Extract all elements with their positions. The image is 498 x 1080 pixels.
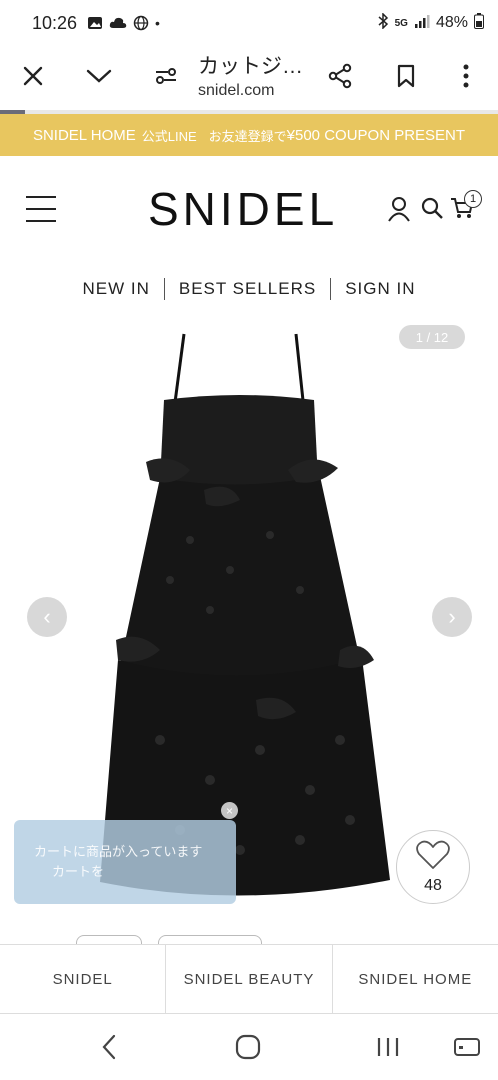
share-icon[interactable] [320, 56, 360, 96]
nav-new-in[interactable]: NEW IN [82, 279, 149, 299]
address-area[interactable]: カットジ… snidel.com [198, 50, 318, 100]
battery-level: 48% [435, 14, 468, 31]
brand-tabs: SNIDEL SNIDEL BEAUTY SNIDEL HOME [0, 944, 498, 1014]
promo-friend: お友達登録で [208, 128, 287, 144]
globe-icon [133, 15, 149, 31]
cloud-icon [109, 16, 127, 30]
search-icon[interactable] [420, 196, 446, 222]
recents-icon[interactable] [373, 1032, 403, 1062]
cart-count-badge: 1 [464, 190, 482, 208]
menu-icon[interactable] [26, 196, 56, 226]
next-image-button[interactable]: › [432, 597, 472, 637]
promo-banner[interactable]: SNIDEL HOME 公式LINE お友達登録で ¥500 COUPON PR… [0, 114, 498, 156]
nav-sign-in[interactable]: SIGN IN [345, 279, 415, 299]
promo-coupon: ¥500 COUPON PRESENT [286, 126, 466, 144]
signal-icon [414, 14, 430, 33]
chevron-down-icon[interactable] [79, 56, 119, 96]
promo-line: 公式LINE [141, 128, 197, 144]
status-right: 5G 48% [377, 11, 484, 34]
back-icon[interactable] [94, 1032, 124, 1062]
brand-tab-snidel-home[interactable]: SNIDEL HOME [333, 945, 498, 1013]
site-logo[interactable]: SNIDEL [148, 182, 338, 236]
bluetooth-icon [377, 11, 389, 34]
nav-divider [163, 278, 165, 300]
image-icon [87, 15, 103, 31]
battery-icon [474, 12, 484, 34]
toast-line-1: カートに商品が入っています [34, 844, 203, 859]
network-label: 5G [394, 17, 408, 29]
notification-dot: • [155, 15, 160, 31]
nav-best-sellers[interactable]: BEST SELLERS [179, 279, 316, 299]
user-icon[interactable] [387, 196, 413, 222]
status-bar: 10:26 • 5G 48% [0, 0, 498, 46]
keyboard-icon[interactable] [452, 1032, 482, 1062]
brand-tab-snidel[interactable]: SNIDEL [0, 945, 167, 1013]
system-nav-bar [0, 1014, 498, 1080]
promo-brand: SNIDEL HOME [32, 126, 136, 144]
nav-divider [330, 278, 332, 300]
home-icon[interactable] [233, 1032, 263, 1062]
brand-tab-snidel-beauty[interactable]: SNIDEL BEAUTY [166, 945, 333, 1013]
like-count: 48 [424, 876, 442, 894]
toast-close-button[interactable]: × [221, 802, 238, 819]
main-nav: NEW IN BEST SELLERS SIGN IN [0, 274, 498, 304]
image-counter: 1 / 12 [399, 325, 465, 349]
heart-icon [416, 840, 450, 875]
close-icon[interactable] [13, 56, 53, 96]
toast-line-2: カートを [52, 864, 105, 879]
like-button[interactable]: 48 [396, 830, 470, 904]
page-title: カットジ… [198, 55, 303, 78]
bookmark-icon[interactable] [386, 56, 426, 96]
site-settings-icon[interactable] [146, 56, 186, 96]
more-icon[interactable] [446, 56, 486, 96]
prev-image-button[interactable]: ‹ [27, 597, 67, 637]
site-header: SNIDEL [0, 156, 498, 266]
page-domain: snidel.com [198, 82, 275, 99]
browser-toolbar: カットジ… snidel.com [0, 46, 498, 110]
clock: 10:26 [32, 12, 78, 33]
cart-toast[interactable]: カートに商品が入っています カートを [14, 820, 236, 904]
